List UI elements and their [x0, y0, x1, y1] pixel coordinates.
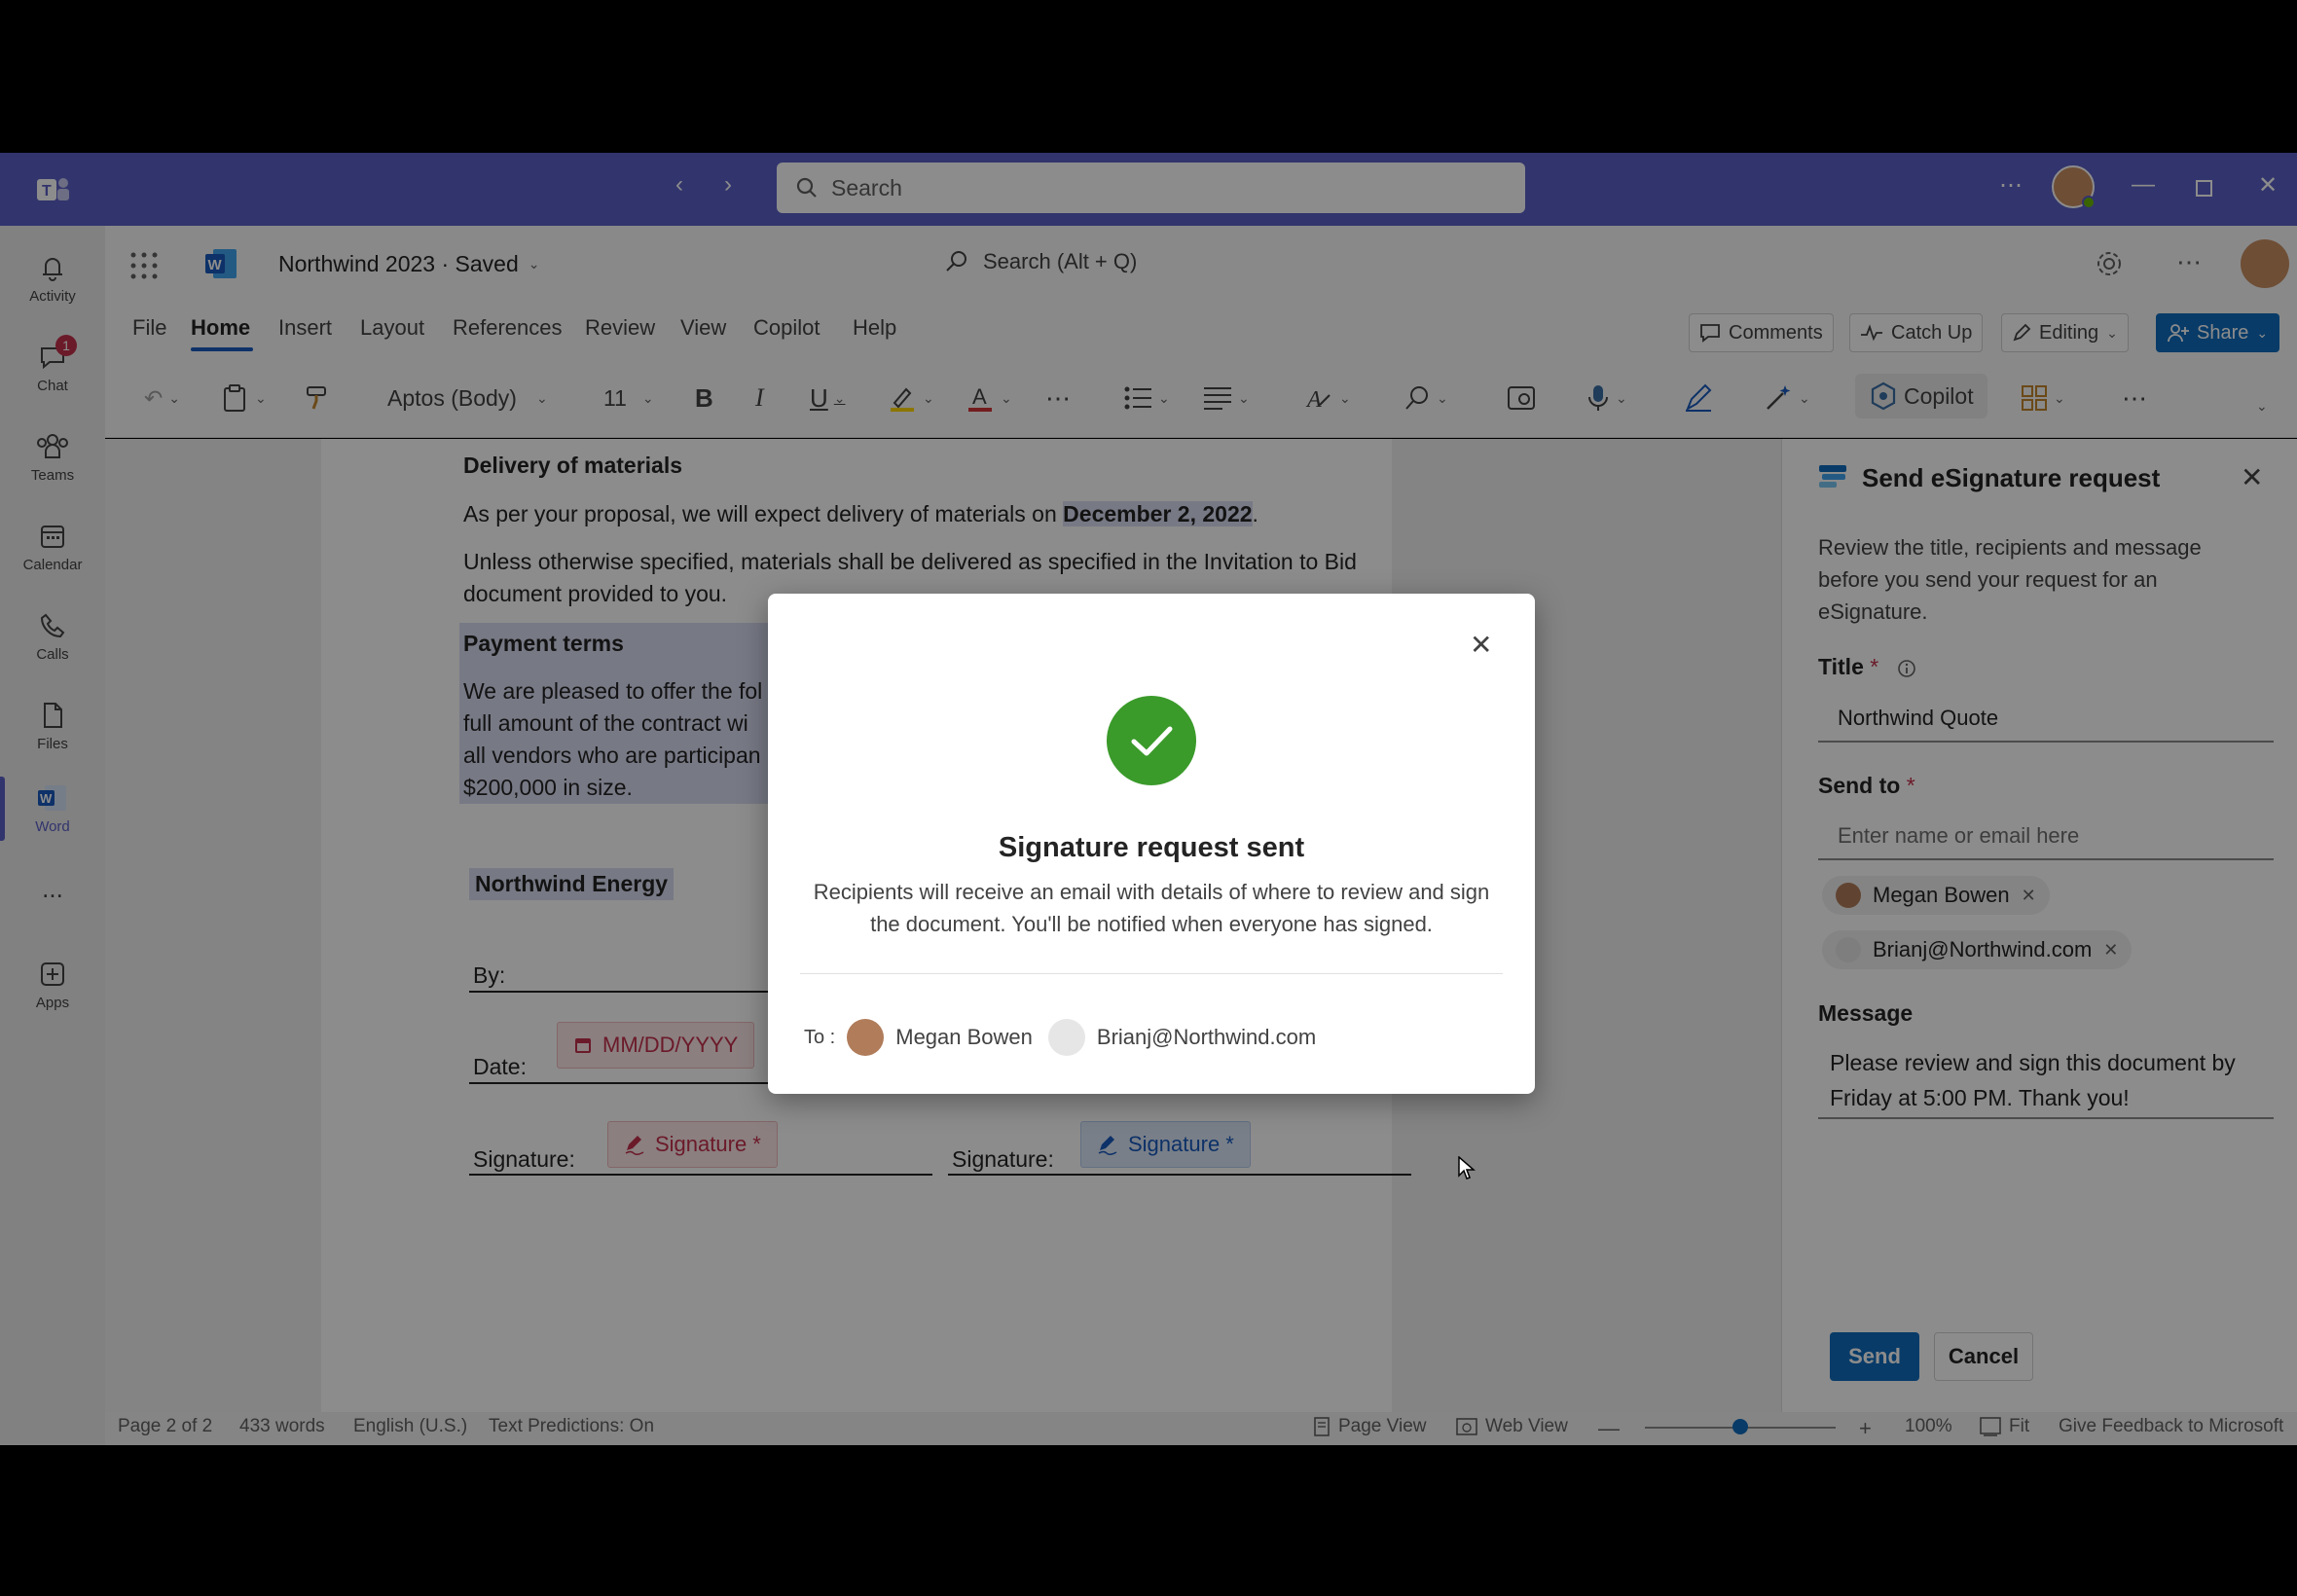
dialog-to-label: To :: [804, 1026, 836, 1048]
success-check-icon: [1106, 695, 1197, 786]
mouse-cursor-icon: [1458, 1156, 1476, 1181]
dialog-body: Recipients will receive an email with de…: [813, 880, 1490, 936]
avatar: [847, 1019, 885, 1056]
dialog-recipients: To : Megan Bowen Brianj@Northwind.com: [804, 1016, 1316, 1059]
dialog-recipient-2: Brianj@Northwind.com: [1096, 1025, 1317, 1049]
dialog-close-icon[interactable]: ✕: [1470, 629, 1492, 661]
avatar: [1047, 1019, 1085, 1056]
dialog-divider: [800, 973, 1503, 974]
dialog-recipient-1: Megan Bowen: [895, 1025, 1033, 1049]
dialog-title: Signature request sent: [998, 832, 1305, 863]
